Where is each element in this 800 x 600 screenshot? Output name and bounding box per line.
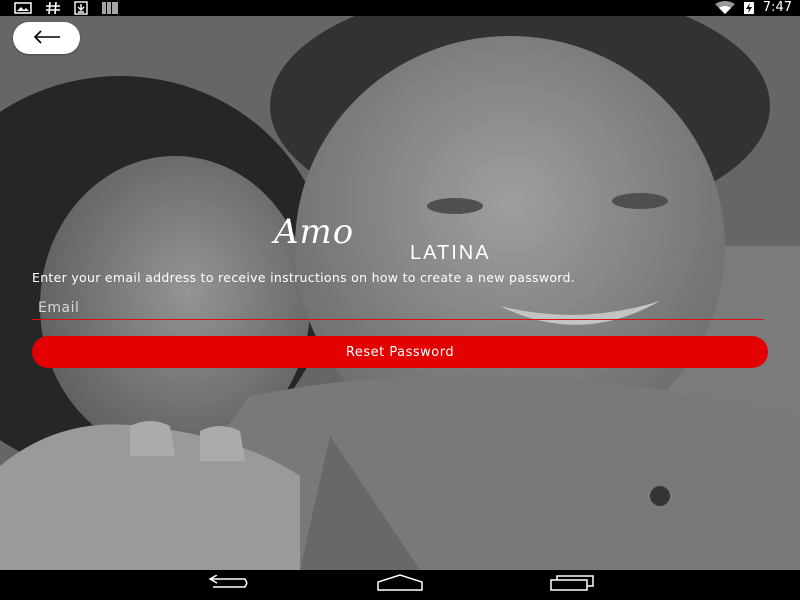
recents-icon xyxy=(549,574,595,596)
background-photo xyxy=(0,16,800,570)
logo-script-text: Amo xyxy=(274,212,355,252)
status-bar: 7:47 xyxy=(0,0,800,16)
nav-home-button[interactable] xyxy=(370,574,430,596)
reset-password-button[interactable]: Reset Password xyxy=(32,336,768,368)
status-right-icons: 7:47 xyxy=(714,0,792,16)
barcode-icon xyxy=(102,1,118,15)
back-button[interactable] xyxy=(13,22,80,54)
email-field[interactable] xyxy=(32,296,764,320)
status-left-icons xyxy=(14,1,118,15)
back-icon xyxy=(205,574,251,595)
photo-icon xyxy=(14,1,32,15)
nav-recents-button[interactable] xyxy=(542,574,602,596)
battery-charging-icon xyxy=(743,1,755,15)
status-time: 7:47 xyxy=(762,0,792,15)
reset-instructions: Enter your email address to receive inst… xyxy=(32,270,576,285)
logo-word-text: LATINA xyxy=(410,242,491,264)
nav-back-button[interactable] xyxy=(198,574,258,596)
home-icon xyxy=(376,574,424,596)
arrow-left-icon xyxy=(32,29,62,48)
download-icon xyxy=(74,1,88,15)
hash-icon xyxy=(46,1,60,15)
wifi-icon xyxy=(714,1,735,15)
navigation-bar xyxy=(0,570,800,600)
amo-latina-logo: Amo LATINA xyxy=(272,210,532,268)
